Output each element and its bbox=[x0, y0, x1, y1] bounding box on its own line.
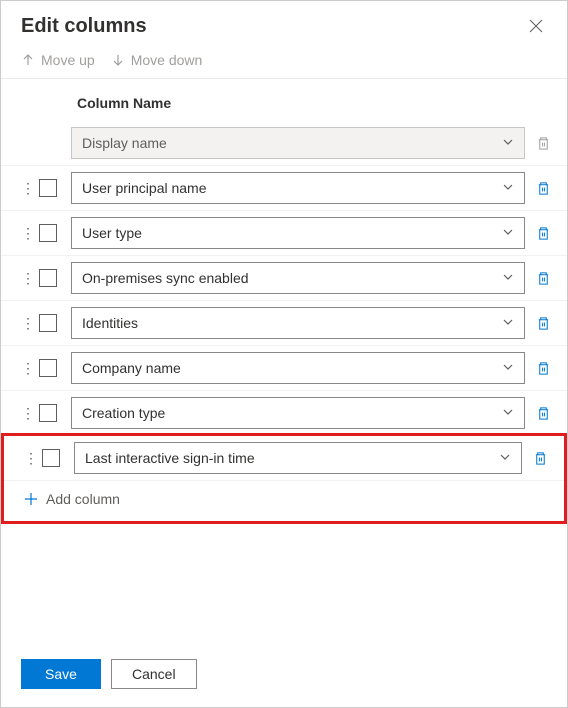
trash-icon bbox=[536, 406, 551, 421]
row-checkbox[interactable] bbox=[39, 269, 57, 287]
drag-handle-icon[interactable]: ⋮⋮ bbox=[21, 230, 31, 236]
chevron-down-icon bbox=[499, 450, 511, 466]
row-checkbox[interactable] bbox=[39, 314, 57, 332]
chevron-down-icon bbox=[502, 180, 514, 196]
move-up-label: Move up bbox=[41, 52, 95, 68]
column-select[interactable]: Creation type bbox=[71, 397, 525, 429]
column-row: ⋮⋮ User principal name bbox=[1, 166, 567, 211]
column-rows: Display name ⋮⋮ User principal name ⋮⋮ User… bbox=[1, 121, 567, 645]
move-up-button[interactable]: Move up bbox=[21, 52, 95, 68]
column-select[interactable]: User type bbox=[71, 217, 525, 249]
drag-handle-icon[interactable]: ⋮⋮ bbox=[21, 365, 31, 371]
delete-button[interactable] bbox=[533, 406, 553, 421]
highlight-box: ⋮⋮ Last interactive sign-in time Add col… bbox=[1, 433, 567, 524]
trash-icon bbox=[536, 226, 551, 241]
row-checkbox[interactable] bbox=[39, 224, 57, 242]
row-checkbox[interactable] bbox=[42, 449, 60, 467]
trash-icon bbox=[536, 136, 551, 151]
column-select-locked: Display name bbox=[71, 127, 525, 159]
column-select-value: Identities bbox=[82, 315, 138, 331]
drag-handle-icon[interactable]: ⋮⋮ bbox=[21, 275, 31, 281]
column-row-locked: Display name bbox=[1, 121, 567, 166]
column-row: ⋮⋮ On-premises sync enabled bbox=[1, 256, 567, 301]
column-select[interactable]: Last interactive sign-in time bbox=[74, 442, 522, 474]
move-down-label: Move down bbox=[131, 52, 203, 68]
column-select-value: On-premises sync enabled bbox=[82, 270, 249, 286]
edit-columns-panel: Edit columns Move up Move down Column Na… bbox=[0, 0, 568, 708]
cancel-button[interactable]: Cancel bbox=[111, 659, 197, 689]
trash-icon bbox=[536, 271, 551, 286]
delete-button[interactable] bbox=[533, 316, 553, 331]
column-select[interactable]: User principal name bbox=[71, 172, 525, 204]
chevron-down-icon bbox=[502, 270, 514, 286]
row-checkbox[interactable] bbox=[39, 359, 57, 377]
delete-button[interactable] bbox=[530, 451, 550, 466]
chevron-down-icon bbox=[502, 135, 514, 151]
column-row: ⋮⋮ Identities bbox=[1, 301, 567, 346]
column-select-value: Last interactive sign-in time bbox=[85, 450, 255, 466]
chevron-down-icon bbox=[502, 405, 514, 421]
row-checkbox[interactable] bbox=[39, 404, 57, 422]
trash-icon bbox=[536, 181, 551, 196]
move-down-button[interactable]: Move down bbox=[111, 52, 203, 68]
column-row: ⋮⋮ Company name bbox=[1, 346, 567, 391]
column-row: ⋮⋮ User type bbox=[1, 211, 567, 256]
toolbar: Move up Move down bbox=[1, 48, 567, 79]
plus-icon bbox=[24, 492, 38, 506]
panel-title: Edit columns bbox=[21, 15, 147, 38]
arrow-down-icon bbox=[111, 53, 125, 67]
chevron-down-icon bbox=[502, 315, 514, 331]
add-column-button[interactable]: Add column bbox=[4, 481, 564, 521]
drag-handle-icon[interactable]: ⋮⋮ bbox=[21, 185, 31, 191]
row-checkbox[interactable] bbox=[39, 179, 57, 197]
column-select-value: User type bbox=[82, 225, 142, 241]
delete-button[interactable] bbox=[533, 271, 553, 286]
column-row: ⋮⋮ Last interactive sign-in time bbox=[4, 436, 564, 481]
column-select-value: Display name bbox=[82, 135, 167, 151]
delete-button[interactable] bbox=[533, 361, 553, 376]
trash-icon bbox=[536, 361, 551, 376]
column-select[interactable]: On-premises sync enabled bbox=[71, 262, 525, 294]
panel-header: Edit columns bbox=[1, 1, 567, 48]
arrow-up-icon bbox=[21, 53, 35, 67]
column-select[interactable]: Identities bbox=[71, 307, 525, 339]
drag-handle-icon[interactable]: ⋮⋮ bbox=[24, 455, 34, 461]
column-select-value: Company name bbox=[82, 360, 181, 376]
delete-button[interactable] bbox=[533, 226, 553, 241]
add-column-label: Add column bbox=[46, 491, 120, 507]
column-select-value: User principal name bbox=[82, 180, 207, 196]
delete-button[interactable] bbox=[533, 181, 553, 196]
chevron-down-icon bbox=[502, 225, 514, 241]
close-icon bbox=[529, 19, 543, 33]
column-header: Column Name bbox=[1, 79, 567, 121]
drag-handle-icon[interactable]: ⋮⋮ bbox=[21, 320, 31, 326]
trash-icon bbox=[533, 451, 548, 466]
trash-icon bbox=[536, 316, 551, 331]
save-button[interactable]: Save bbox=[21, 659, 101, 689]
column-select[interactable]: Company name bbox=[71, 352, 525, 384]
drag-handle-icon[interactable]: ⋮⋮ bbox=[21, 410, 31, 416]
column-select-value: Creation type bbox=[82, 405, 165, 421]
column-row: ⋮⋮ Creation type bbox=[1, 391, 567, 436]
delete-button-locked bbox=[533, 136, 553, 151]
chevron-down-icon bbox=[502, 360, 514, 376]
footer: Save Cancel bbox=[1, 645, 567, 707]
close-button[interactable] bbox=[525, 15, 547, 37]
